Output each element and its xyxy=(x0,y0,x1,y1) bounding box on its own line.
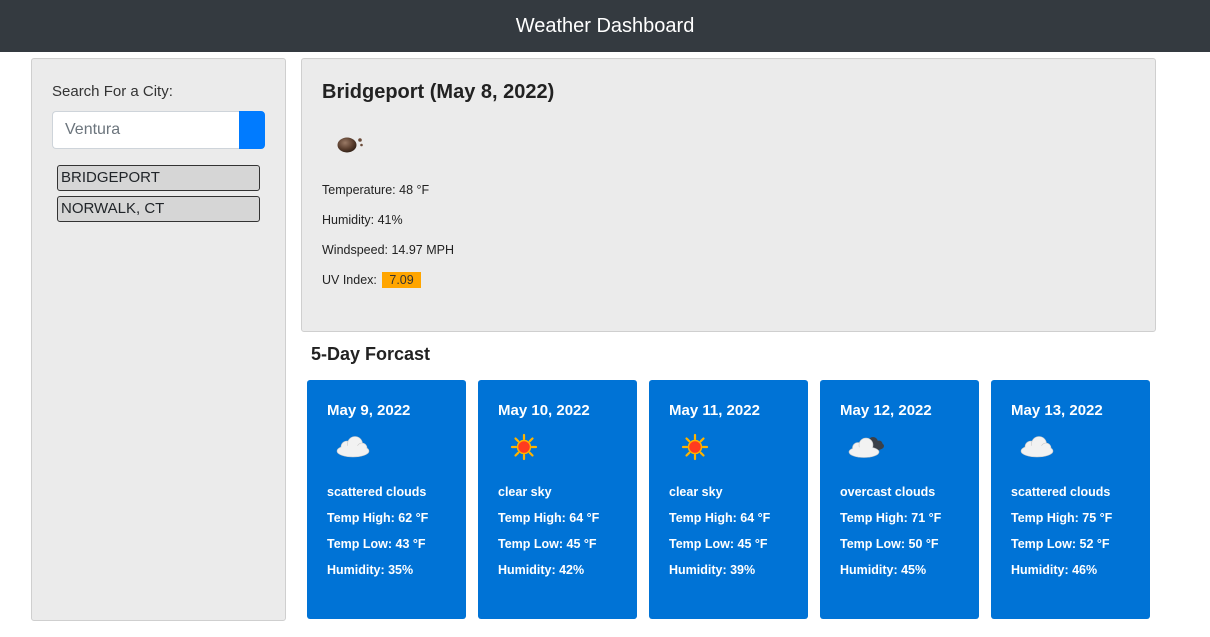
humidity-label: Humidity: 41% xyxy=(322,213,403,227)
forecast-card: May 12, 2022 overcast clouds Temp High: … xyxy=(820,380,979,619)
current-city-title: Bridgeport (May 8, 2022) xyxy=(322,81,555,103)
forecast-temp-high: Temp High: 64 °F xyxy=(669,511,771,525)
uv-index-badge: 7.09 xyxy=(382,272,421,288)
history-item-norwalk[interactable]: NORWALK, CT xyxy=(57,196,260,222)
cloud-icon xyxy=(336,436,370,458)
search-button[interactable] xyxy=(239,111,265,149)
forecast-description: scattered clouds xyxy=(327,485,427,499)
search-sidebar: Search For a City: BRIDGEPORT NORWALK, C… xyxy=(31,58,286,621)
forecast-temp-high: Temp High: 75 °F xyxy=(1011,511,1113,525)
forecast-description: overcast clouds xyxy=(840,485,936,499)
forecast-description: clear sky xyxy=(669,485,723,499)
forecast-temp-high: Temp High: 62 °F xyxy=(327,511,429,525)
header-bar: Weather Dashboard xyxy=(0,0,1210,52)
forecast-date: May 11, 2022 xyxy=(669,402,760,419)
forecast-humidity: Humidity: 46% xyxy=(1011,563,1098,577)
forecast-card: May 9, 2022 scattered clouds Temp High: … xyxy=(307,380,466,619)
sun-icon xyxy=(681,433,709,461)
uv-index-row: UV Index: 7.09 xyxy=(322,272,421,288)
forecast-temp-high: Temp High: 64 °F xyxy=(498,511,600,525)
forecast-description: clear sky xyxy=(498,485,552,499)
windspeed-label: Windspeed: 14.97 MPH xyxy=(322,243,455,257)
uv-index-label: UV Index: xyxy=(322,273,377,287)
forecast-description: scattered clouds xyxy=(1011,485,1111,499)
forecast-temp-low: Temp Low: 45 °F xyxy=(498,537,597,551)
search-group xyxy=(52,111,265,149)
forecast-temp-low: Temp Low: 52 °F xyxy=(1011,537,1110,551)
cloud-icon xyxy=(1020,436,1054,458)
forecast-temp-low: Temp Low: 45 °F xyxy=(669,537,768,551)
current-weather-panel: Bridgeport (May 8, 2022) Temperature: 48… xyxy=(301,58,1156,332)
forecast-card: May 10, 2022 clear sky Temp High: 64 °F … xyxy=(478,380,637,619)
forecast-humidity: Humidity: 45% xyxy=(840,563,927,577)
search-label: Search For a City: xyxy=(52,83,173,100)
forecast-humidity: Humidity: 35% xyxy=(327,563,414,577)
forecast-date: May 12, 2022 xyxy=(840,402,932,419)
search-history: BRIDGEPORT NORWALK, CT xyxy=(57,165,260,227)
forecast-humidity: Humidity: 39% xyxy=(669,563,756,577)
city-search-input[interactable] xyxy=(52,111,239,149)
forecast-card: May 13, 2022 scattered clouds Temp High:… xyxy=(991,380,1150,619)
overcast-clouds-icon xyxy=(848,437,884,458)
forecast-temp-low: Temp Low: 50 °F xyxy=(840,537,939,551)
forecast-heading: 5-Day Forcast xyxy=(311,344,431,364)
forecast-card: May 11, 2022 clear sky Temp High: 64 °F … xyxy=(649,380,808,619)
forecast-temp-low: Temp Low: 43 °F xyxy=(327,537,426,551)
rain-cloud-icon xyxy=(337,137,363,153)
page-title: Weather Dashboard xyxy=(515,14,695,37)
forecast-humidity: Humidity: 42% xyxy=(498,563,585,577)
history-item-bridgeport[interactable]: BRIDGEPORT xyxy=(57,165,260,191)
forecast-date: May 9, 2022 xyxy=(327,402,411,419)
forecast-date: May 10, 2022 xyxy=(498,402,590,419)
forecast-date: May 13, 2022 xyxy=(1011,402,1103,419)
sun-icon xyxy=(510,433,538,461)
forecast-temp-high: Temp High: 71 °F xyxy=(840,511,942,525)
temperature-label: Temperature: 48 °F xyxy=(322,183,430,197)
